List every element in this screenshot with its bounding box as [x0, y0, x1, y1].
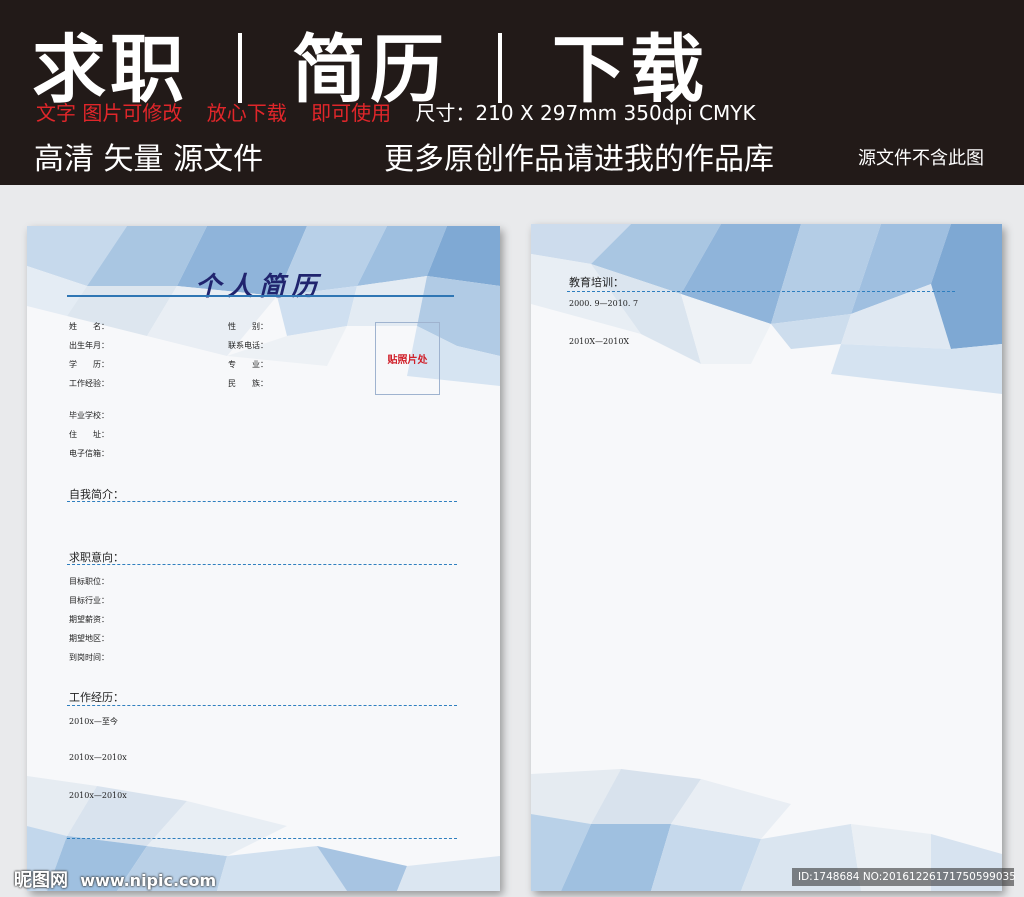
edu-entry: 2010X—2010X [569, 337, 630, 346]
resume-page-back: 教育培训： 2000. 9—2010. 7 2010X—2010X [531, 224, 1002, 891]
section-divider [567, 291, 955, 292]
field-expected-location: 期望地区： [69, 634, 109, 643]
promo-banner: 求职 简历 下载 文字 图片可修改 放心下载 即可使用 尺寸：210 X 297mm… [0, 0, 1024, 185]
source-note: 源文件不含此图 [858, 148, 984, 169]
feature-editable: 文字 图片可修改 [36, 101, 183, 125]
image-id-bar: ID:1748684 NO:20161226171750599035 [792, 868, 1016, 886]
size-spec: 尺寸：210 X 297mm 350dpi CMYK [415, 101, 756, 125]
watermark-site-name: 昵图网 [14, 870, 68, 891]
more-works-label: 更多原创作品请进我的作品库 [384, 142, 774, 177]
section-work-experience: 工作经历： [69, 691, 124, 704]
field-expected-salary: 期望薪资： [69, 615, 109, 624]
section-self-intro: 自我简介： [69, 488, 124, 501]
photo-placeholder: 贴照片处 [375, 322, 440, 395]
feature-ready-to-use: 即可使用 [311, 101, 392, 125]
field-ethnicity: 民 族： [228, 379, 268, 388]
banner-features-row: 文字 图片可修改 放心下载 即可使用 尺寸：210 X 297mm 350dpi… [36, 97, 756, 126]
field-school: 毕业学校： [69, 411, 109, 420]
field-email: 电子信箱： [69, 449, 109, 458]
field-address: 住 址： [69, 430, 109, 439]
site-watermark: 昵图网 www.nipic.com [14, 866, 216, 892]
bottom-divider [67, 838, 457, 839]
edu-entry: 2000. 9—2010. 7 [569, 299, 639, 308]
section-divider [67, 705, 457, 706]
work-entry: 2010x—2010x [69, 753, 127, 762]
field-experience: 工作经验： [69, 379, 109, 388]
section-divider [67, 501, 457, 502]
field-major: 专 业： [228, 360, 268, 369]
title-separator [498, 33, 502, 103]
field-target-position: 目标职位： [69, 577, 109, 586]
resume-title: 个人简历 [195, 272, 324, 302]
resume-page-front: 个人简历 姓 名： 出生年月： 学 历： 工作经验： 性 别： 联系电话： 专 … [27, 226, 500, 891]
field-name: 姓 名： [69, 322, 109, 331]
field-start-date: 到岗时间： [69, 653, 109, 662]
polygon-background [531, 224, 1002, 891]
work-entry: 2010x—至今 [69, 717, 118, 726]
watermark-url: www.nipic.com [80, 871, 217, 890]
field-gender: 性 别： [228, 322, 268, 331]
title-separator [238, 33, 242, 103]
section-job-intention: 求职意向： [69, 551, 124, 564]
section-education: 教育培训： [569, 276, 624, 289]
feature-safe-download: 放心下载 [206, 101, 287, 125]
work-entry: 2010x—2010x [69, 791, 127, 800]
section-divider [67, 564, 457, 565]
photo-label: 贴照片处 [387, 355, 428, 366]
field-phone: 联系电话： [228, 341, 268, 350]
hd-vector-label: 高清 矢量 源文件 [34, 142, 264, 177]
field-target-industry: 目标行业： [69, 596, 109, 605]
banner-info-row: 高清 矢量 源文件 更多原创作品请进我的作品库 源文件不含此图 [34, 134, 984, 178]
field-education: 学 历： [69, 360, 109, 369]
field-birth: 出生年月： [69, 341, 109, 350]
title-underline [67, 295, 454, 297]
